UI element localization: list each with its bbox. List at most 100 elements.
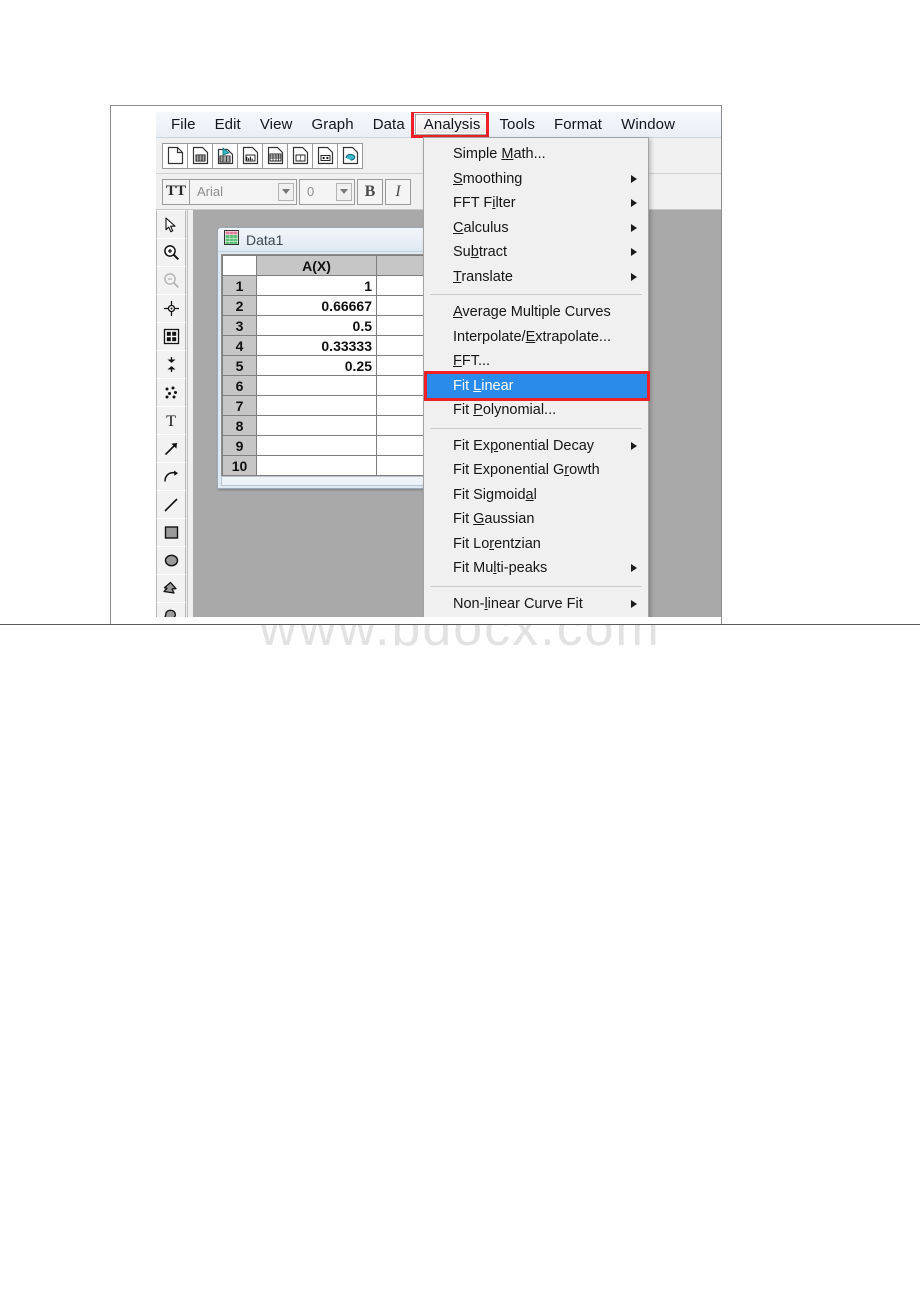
cell-column-a[interactable]: 0.33333 — [256, 335, 377, 356]
cell-column-a[interactable]: 0.25 — [256, 355, 377, 376]
menu-item-label: Interpolate/Extrapolate... — [453, 328, 611, 345]
bold-button[interactable]: B — [357, 178, 383, 205]
menu-graph[interactable]: Graph — [302, 114, 362, 135]
cell-column-a[interactable]: 0.66667 — [256, 295, 377, 316]
menu-item-label: Fit Exponential Growth — [453, 462, 600, 479]
menu-item-translate[interactable]: Translate — [424, 265, 648, 290]
menu-item-fft-filter[interactable]: FFT Filter — [424, 191, 648, 216]
row-header-cell[interactable]: 2 — [222, 295, 257, 316]
new-layout-icon[interactable] — [312, 142, 338, 169]
menu-data[interactable]: Data — [364, 114, 414, 135]
menu-item-label: Translate — [453, 268, 513, 285]
row-header-cell[interactable]: 3 — [222, 315, 257, 336]
menu-item-fit-exponential-growth[interactable]: Fit Exponential Growth — [424, 458, 648, 483]
menu-tools[interactable]: Tools — [490, 114, 544, 135]
cell-column-a[interactable] — [256, 455, 377, 476]
font-name-value: Arial — [197, 184, 224, 199]
row-header-cell[interactable]: 9 — [222, 435, 257, 456]
menu-item-label: Fit Exponential Decay — [453, 437, 595, 454]
menu-separator — [430, 585, 642, 587]
font-size-combo[interactable]: 0 — [299, 178, 355, 205]
zoom-in-tool-icon[interactable] — [156, 238, 186, 267]
screenshot-figure-frame: File Edit View Graph Data Analysis Tools… — [110, 105, 722, 625]
cell-column-a[interactable] — [256, 415, 377, 436]
menu-item-fit-exponential-decay[interactable]: Fit Exponential Decay — [424, 434, 648, 459]
chevron-down-icon[interactable] — [278, 182, 294, 201]
new-function-icon[interactable]: f — [287, 142, 313, 169]
new-graph-icon[interactable] — [237, 142, 263, 169]
submenu-arrow-icon — [631, 272, 637, 281]
new-notes-icon[interactable] — [337, 142, 363, 169]
menu-item-non-linear-curve-fit[interactable]: Non-linear Curve Fit — [424, 592, 648, 617]
menu-item-fit-sigmoidal[interactable]: Fit Sigmoidal — [424, 483, 648, 508]
menu-view[interactable]: View — [251, 114, 302, 135]
line-tool-icon[interactable] — [156, 490, 186, 519]
menu-edit[interactable]: Edit — [206, 114, 250, 135]
menu-window[interactable]: Window — [612, 114, 684, 135]
data-selector-tool-icon[interactable] — [156, 378, 186, 407]
menu-format[interactable]: Format — [545, 114, 611, 135]
menu-item-fit-lorentzian[interactable]: Fit Lorentzian — [424, 532, 648, 557]
menu-item-fit-gaussian[interactable]: Fit Gaussian — [424, 507, 648, 532]
new-matrix-icon[interactable] — [262, 142, 288, 169]
menu-analysis-wrapper: Analysis — [410, 112, 491, 138]
menu-item-fit-multi-peaks[interactable]: Fit Multi-peaks — [424, 556, 648, 581]
ellipse-tool-icon[interactable] — [156, 546, 186, 575]
tool-palette: T — [156, 210, 188, 617]
menu-file[interactable]: File — [162, 114, 205, 135]
polygon-tool-icon[interactable] — [156, 574, 186, 603]
submenu-arrow-icon — [631, 564, 637, 573]
row-header-cell[interactable]: 5 — [222, 355, 257, 376]
menu-item-label: FFT Filter — [453, 195, 516, 212]
new-workbook-icon[interactable] — [187, 142, 213, 169]
zoom-out-tool-icon — [156, 266, 186, 295]
cell-column-a[interactable]: 0.5 — [256, 315, 377, 336]
text-tool-icon[interactable]: T — [156, 406, 186, 435]
menu-item-average-multiple-curves[interactable]: Average Multiple Curves — [424, 300, 648, 325]
italic-button[interactable]: I — [385, 178, 411, 205]
menu-item-label: FFT... — [453, 353, 491, 370]
arrow-tool-icon[interactable] — [156, 434, 186, 463]
menu-item-label: Fit Linear — [453, 377, 514, 394]
font-name-combo[interactable]: Arial — [189, 178, 297, 205]
menu-item-fit-linear[interactable]: Fit Linear — [424, 370, 650, 401]
menu-item-label: Subtract — [453, 244, 508, 261]
data-reader-tool-icon[interactable] — [156, 350, 186, 379]
row-header-cell[interactable]: 1 — [222, 275, 257, 296]
cell-column-a[interactable]: 1 — [256, 275, 377, 296]
menu-item-fft[interactable]: FFT... — [424, 349, 648, 374]
menu-item-subtract[interactable]: Subtract — [424, 240, 648, 265]
cell-column-a[interactable] — [256, 395, 377, 416]
submenu-arrow-icon — [631, 441, 637, 450]
row-header-cell[interactable]: 6 — [222, 375, 257, 396]
cell-column-a[interactable] — [256, 435, 377, 456]
analysis-dropdown-menu[interactable]: Simple Math... Smoothing FFT Filter Calculu… — [423, 137, 650, 617]
row-header-cell[interactable]: 7 — [222, 395, 257, 416]
screen-reader-tool-icon[interactable] — [156, 294, 186, 323]
new-project-icon[interactable] — [162, 142, 188, 169]
svg-text:T: T — [166, 413, 176, 429]
grid-corner-cell[interactable] — [222, 255, 257, 276]
menu-item-simple-math[interactable]: Simple Math... — [424, 142, 648, 167]
cell-column-a[interactable] — [256, 375, 377, 396]
row-header-cell[interactable]: 4 — [222, 335, 257, 356]
menu-bar: File Edit View Graph Data Analysis Tools… — [156, 112, 721, 138]
region-tool-icon[interactable] — [156, 602, 186, 617]
menu-item-label: Calculus — [453, 219, 509, 236]
row-header-cell[interactable]: 8 — [222, 415, 257, 436]
regional-mask-tool-icon[interactable] — [156, 322, 186, 351]
new-excel-icon[interactable] — [212, 142, 238, 169]
submenu-arrow-icon — [631, 223, 637, 232]
column-header-a[interactable]: A(X) — [256, 255, 377, 276]
font-style-icon[interactable]: TT — [162, 178, 190, 205]
menu-item-fit-polynomial[interactable]: Fit Polynomial... — [424, 398, 648, 423]
rectangle-tool-icon[interactable] — [156, 518, 186, 547]
menu-analysis[interactable]: Analysis — [414, 114, 490, 135]
chevron-down-icon[interactable] — [336, 182, 352, 201]
menu-item-calculus[interactable]: Calculus — [424, 216, 648, 241]
curved-arrow-tool-icon[interactable] — [156, 462, 186, 491]
pointer-tool-icon[interactable] — [156, 210, 186, 239]
menu-item-smoothing[interactable]: Smoothing — [424, 167, 648, 192]
menu-item-interpolate-extrapolate[interactable]: Interpolate/Extrapolate... — [424, 325, 648, 350]
row-header-cell[interactable]: 10 — [222, 455, 257, 476]
